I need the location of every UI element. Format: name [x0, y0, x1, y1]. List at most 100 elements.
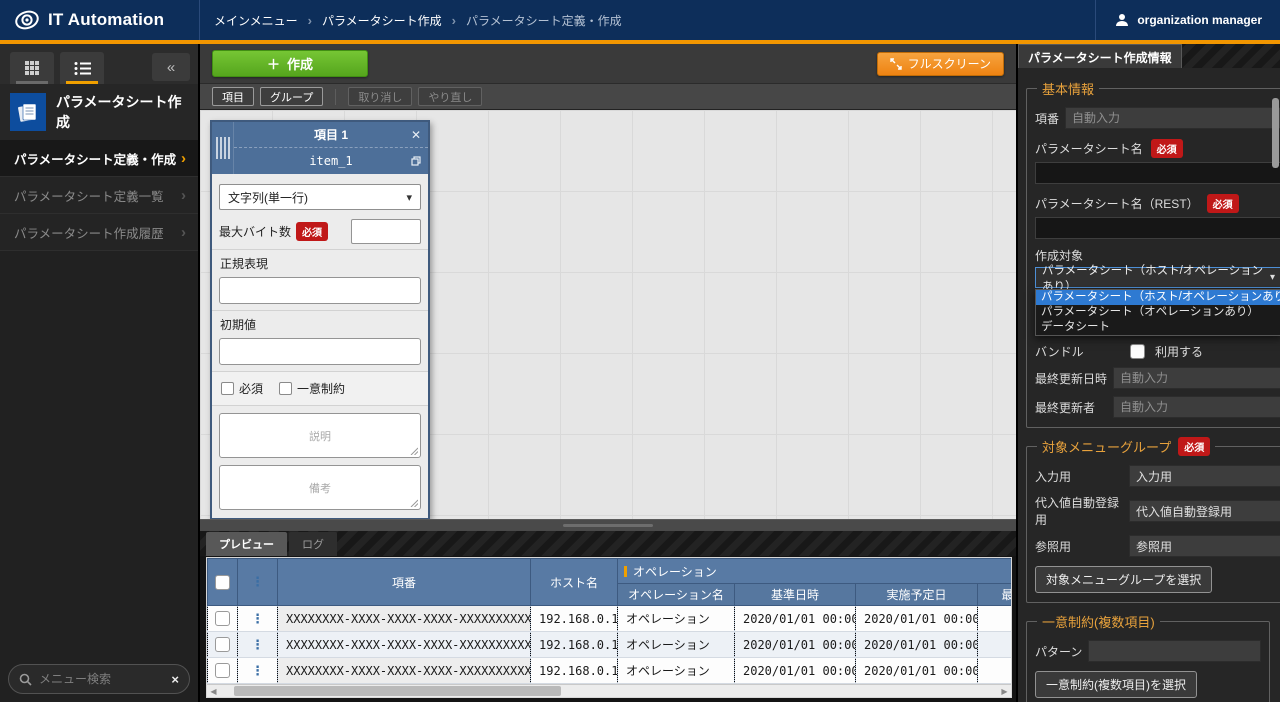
- pattern-label: パターン: [1035, 643, 1082, 660]
- menu-dots-icon[interactable]: ⋮: [251, 611, 264, 626]
- create-button[interactable]: ＋ 作成: [212, 50, 368, 77]
- option-param-host-operation[interactable]: パラメータシート（ホスト/オペレーションあり）: [1036, 290, 1280, 305]
- preview-panel: プレビュー ログ ⋮ 項番 ホスト名 オペレーション: [200, 531, 1016, 702]
- bundle-checkbox[interactable]: [1130, 344, 1145, 359]
- item-mode-button[interactable]: 項目: [212, 87, 254, 106]
- horizontal-scrollbar[interactable]: ◀ ▶: [207, 684, 1011, 697]
- max-bytes-input[interactable]: [351, 219, 421, 244]
- sidebar: « パラメータシート作成 パラメータシート定義・作成 › パラメータシート定義一…: [0, 44, 200, 702]
- sidebar-item-define-create[interactable]: パラメータシート定義・作成 ›: [0, 140, 198, 177]
- select-all-checkbox[interactable]: [215, 575, 230, 590]
- col-header-id[interactable]: 項番: [278, 559, 531, 606]
- sidebar-item-create-history[interactable]: パラメータシート作成履歴 ›: [0, 214, 198, 251]
- input-use-field[interactable]: [1129, 465, 1280, 487]
- resize-handle-icon[interactable]: [410, 447, 418, 455]
- sidebar-tab-bar: «: [0, 44, 198, 84]
- row-checkbox[interactable]: [215, 637, 230, 652]
- chevron-right-icon: ›: [181, 150, 186, 167]
- chevron-right-icon: ›: [181, 187, 186, 204]
- menu-dots-icon[interactable]: ⋮: [251, 663, 264, 678]
- target-menu-group-legend: 対象メニューグループ: [1042, 437, 1171, 456]
- select-menu-group-button[interactable]: 対象メニューグループを選択: [1035, 566, 1212, 593]
- sidebar-menu: パラメータシート定義・作成 › パラメータシート定義一覧 › パラメータシート作…: [0, 140, 198, 251]
- item-no-label: 項番: [1035, 110, 1059, 127]
- table-row[interactable]: ⋮ XXXXXXXX-XXXX-XXXX-XXXX-XXXXXXXXXXXX 1…: [208, 658, 1013, 684]
- unique-checkbox[interactable]: [279, 382, 292, 395]
- plus-icon: ＋: [267, 54, 280, 73]
- option-param-operation[interactable]: パラメータシート（オペレーションあり）: [1036, 305, 1280, 320]
- popup-icon[interactable]: [411, 156, 421, 166]
- subst-auto-reg-field[interactable]: [1129, 500, 1280, 522]
- sidebar-tab-list[interactable]: [60, 52, 104, 84]
- col-header-sched[interactable]: 実施予定日: [856, 584, 978, 606]
- basic-info-legend: 基本情報: [1037, 79, 1099, 98]
- tab-sheet-create-info[interactable]: パラメータシート作成情報: [1018, 44, 1182, 68]
- scroll-left-icon[interactable]: ◀: [207, 687, 220, 696]
- design-canvas[interactable]: 項目 1 ✕ item_1: [200, 110, 1016, 519]
- app-logo[interactable]: IT Automation: [0, 0, 200, 40]
- sheet-name-rest-input[interactable]: [1035, 217, 1280, 239]
- undo-button[interactable]: 取り消し: [348, 87, 412, 106]
- sidebar-tab-grid[interactable]: [10, 52, 54, 84]
- toolbar-divider: [335, 89, 336, 105]
- col-header-cut[interactable]: 最: [978, 584, 1013, 606]
- required-checkbox[interactable]: [221, 382, 234, 395]
- option-data-sheet[interactable]: データシート: [1036, 320, 1280, 335]
- group-mode-button[interactable]: グループ: [260, 87, 323, 106]
- table-row[interactable]: ⋮ XXXXXXXX-XXXX-XXXX-XXXX-XXXXXXXXXXXX 1…: [208, 632, 1013, 658]
- col-header-base-dt[interactable]: 基準日時: [735, 584, 856, 606]
- panel-scrollbar-thumb[interactable]: [1272, 98, 1279, 168]
- updated-by-input[interactable]: [1113, 396, 1280, 418]
- row-checkbox[interactable]: [215, 611, 230, 626]
- scroll-right-icon[interactable]: ▶: [998, 687, 1011, 696]
- item-no-input[interactable]: [1065, 107, 1280, 129]
- user-icon: [1114, 12, 1130, 28]
- menu-search-input[interactable]: [39, 672, 164, 686]
- pattern-input[interactable]: [1088, 640, 1261, 662]
- list-icon: [74, 61, 91, 76]
- tab-preview[interactable]: プレビュー: [206, 532, 287, 556]
- drag-handle-icon[interactable]: [212, 122, 234, 174]
- default-value-input[interactable]: [219, 338, 421, 365]
- preview-table: ⋮ 項番 ホスト名 オペレーション オペレーション名 基準日時 実施予定日 最: [207, 558, 1012, 684]
- collapse-icon: «: [167, 59, 175, 76]
- breadcrumb-main-menu[interactable]: メインメニュー: [214, 12, 298, 29]
- regex-input[interactable]: [219, 277, 421, 304]
- default-value-label: 初期値: [212, 310, 428, 336]
- note-textarea[interactable]: 備考: [219, 465, 421, 510]
- close-icon[interactable]: ✕: [411, 129, 421, 141]
- sidebar-collapse-button[interactable]: «: [152, 53, 190, 81]
- reference-use-field[interactable]: [1129, 535, 1280, 557]
- item-type-select[interactable]: 文字列(単一行) ▾: [219, 184, 421, 210]
- scrollbar-thumb[interactable]: [234, 686, 561, 696]
- create-target-select[interactable]: パラメータシート（ホスト/オペレーションあり） ▾: [1035, 267, 1280, 288]
- row-checkbox[interactable]: [215, 663, 230, 678]
- sheet-name-input[interactable]: [1035, 162, 1280, 184]
- user-menu[interactable]: organization manager: [1095, 0, 1280, 40]
- col-header-op-name[interactable]: オペレーション名: [618, 584, 735, 606]
- description-textarea[interactable]: 説明: [219, 413, 421, 458]
- menu-dots-icon[interactable]: ⋮: [251, 637, 264, 652]
- item-card-header: 項目 1 ✕ item_1: [212, 122, 428, 174]
- clear-search-icon[interactable]: ×: [171, 672, 179, 687]
- chevron-right-icon: ›: [181, 224, 186, 241]
- search-icon: [19, 673, 32, 686]
- user-name: organization manager: [1137, 13, 1262, 27]
- item-name[interactable]: item_1: [234, 154, 428, 168]
- table-row[interactable]: ⋮ XXXXXXXX-XXXX-XXXX-XXXX-XXXXXXXXXXXX 1…: [208, 606, 1013, 632]
- fullscreen-button[interactable]: フルスクリーン: [877, 52, 1004, 76]
- tab-log[interactable]: ログ: [289, 532, 337, 556]
- logo-text: IT Automation: [48, 10, 164, 30]
- panel-resize-handle[interactable]: [200, 519, 1016, 531]
- select-unique-constraint-button[interactable]: 一意制約(複数項目)を選択: [1035, 671, 1197, 698]
- col-header-host[interactable]: ホスト名: [531, 559, 618, 606]
- resize-handle-icon[interactable]: [410, 499, 418, 507]
- breadcrumb-sheet-create[interactable]: パラメータシート作成: [322, 12, 442, 29]
- sidebar-item-define-list[interactable]: パラメータシート定義一覧 ›: [0, 177, 198, 214]
- target-menu-group-section: 対象メニューグループ 必須 入力用 代入値自動登録用 参照用: [1026, 437, 1280, 603]
- updated-at-label: 最終更新日時: [1035, 370, 1107, 387]
- updated-at-input[interactable]: [1113, 367, 1280, 389]
- redo-button[interactable]: やり直し: [418, 87, 482, 106]
- edit-toolbar: 項目 グループ 取り消し やり直し: [200, 84, 1016, 110]
- parameter-sheets-icon: [10, 93, 46, 131]
